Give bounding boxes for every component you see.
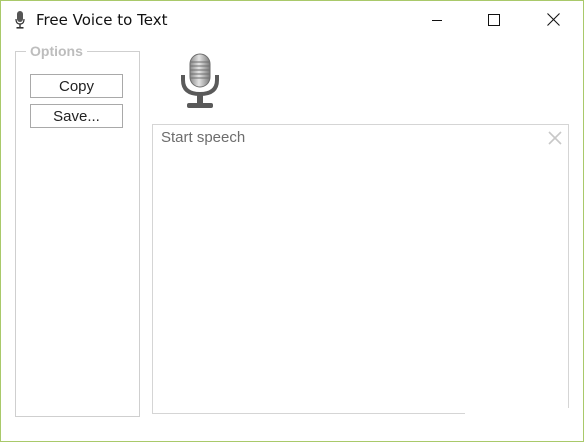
microphone-button[interactable] [179, 53, 221, 111]
minimize-icon [432, 19, 442, 21]
microphone-icon [181, 53, 219, 108]
save-button[interactable]: Save... [30, 104, 123, 128]
window-title: Free Voice to Text [36, 11, 168, 29]
microphone-icon [15, 11, 25, 29]
maximize-icon [488, 13, 500, 26]
minimize-button[interactable] [414, 1, 460, 38]
options-groupbox: Options Copy Save... [15, 43, 140, 417]
close-button[interactable] [530, 1, 576, 38]
app-window: Free Voice to Text Options Copy Save... [0, 0, 584, 442]
maximize-button[interactable] [471, 1, 517, 38]
copy-button[interactable]: Copy [30, 74, 123, 98]
title-bar[interactable]: Free Voice to Text [1, 1, 583, 38]
options-legend: Options [26, 43, 87, 59]
speech-text-area[interactable]: Start speech [152, 124, 569, 414]
text-area-edge-gap [465, 408, 575, 418]
close-icon [546, 13, 560, 26]
client-area: Options Copy Save... Start speech [1, 38, 583, 441]
clear-icon[interactable] [548, 131, 562, 145]
speech-placeholder: Start speech [161, 129, 246, 146]
